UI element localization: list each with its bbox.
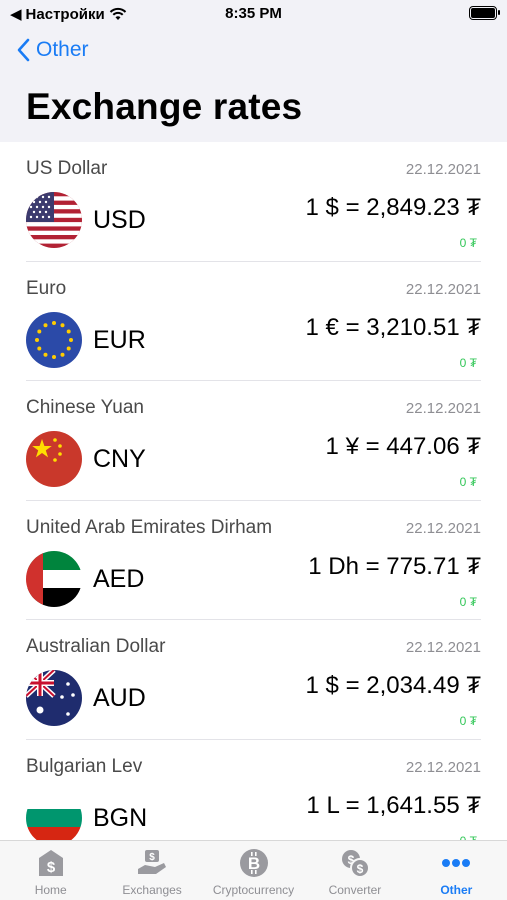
page-title: Exchange rates	[26, 86, 303, 127]
currency-rate: 1 $ = 2,849.23 ₮	[305, 194, 481, 221]
svg-text:B: B	[247, 854, 259, 873]
currency-list[interactable]: US Dollar 22.12.2021 USD 1 $ = 2,849.23 …	[0, 142, 507, 840]
currency-date: 22.12.2021	[405, 758, 481, 776]
svg-text:$: $	[357, 862, 364, 876]
currency-date: 22.12.2021	[405, 519, 481, 537]
currency-date: 22.12.2021	[405, 280, 481, 298]
currency-row-aud[interactable]: Australian Dollar 22.12.2021 AUD 1 $ = 2…	[0, 620, 507, 740]
currency-row-bgn[interactable]: Bulgarian Lev 22.12.2021 BGN 1 L = 1,641…	[0, 740, 507, 840]
currency-code: CNY	[93, 445, 146, 473]
currency-code: AED	[93, 564, 145, 593]
exchange-hand-icon: $	[136, 847, 168, 879]
navigation-bar: Other Exchange rates	[0, 30, 507, 142]
tab-converter[interactable]: $ $ Converter	[304, 841, 405, 900]
back-button[interactable]: Other	[16, 38, 89, 62]
currency-change: 0 ₮	[459, 594, 477, 609]
currency-row-usd[interactable]: US Dollar 22.12.2021 USD 1 $ = 2,849.23 …	[0, 142, 507, 262]
currency-date: 22.12.2021	[405, 639, 481, 656]
status-time: 8:35 PM	[225, 5, 282, 22]
tab-home[interactable]: $ Home	[0, 841, 101, 900]
tab-exchanges[interactable]: $ Exchanges	[101, 841, 202, 900]
tab-label: Other	[440, 883, 473, 897]
tab-label: Exchanges	[122, 883, 182, 897]
eu-flag-icon	[26, 311, 82, 368]
ae-flag-icon	[26, 550, 82, 607]
currency-rate: 1 ¥ = 447.06 ₮	[325, 433, 481, 460]
currency-name: Australian Dollar	[26, 636, 166, 657]
currency-rate: 1 € = 3,210.51 ₮	[305, 313, 481, 341]
currency-name: Chinese Yuan	[26, 397, 144, 418]
cn-flag-icon	[26, 431, 82, 487]
us-flag-icon	[26, 192, 82, 248]
battery-icon	[469, 6, 500, 20]
tab-cryptocurrency[interactable]: B Cryptocurrency	[203, 841, 304, 900]
currency-change: 0 ₮	[459, 475, 477, 489]
bg-flag-icon	[26, 789, 82, 840]
currency-name: Bulgarian Lev	[26, 755, 143, 777]
currency-date: 22.12.2021	[405, 161, 481, 178]
currency-name: United Arab Emirates Dirham	[26, 516, 273, 538]
back-button-label: Other	[36, 38, 89, 61]
more-dots-icon	[440, 847, 472, 879]
currency-name: US Dollar	[26, 158, 108, 179]
currency-row-cny[interactable]: Chinese Yuan 22.12.2021 CNY 1 ¥ = 447.06…	[0, 381, 507, 501]
svg-text:$: $	[47, 859, 56, 876]
chevron-left-icon	[17, 38, 30, 62]
currency-date: 22.12.2021	[405, 400, 481, 417]
currency-rate: 1 $ = 2,034.49 ₮	[305, 672, 481, 699]
currency-code: AUD	[93, 684, 146, 712]
tab-label: Converter	[328, 883, 382, 897]
currency-rate: 1 Dh = 775.71 ₮	[308, 552, 481, 580]
converter-icon: $ $	[339, 847, 371, 879]
svg-text:$: $	[149, 852, 155, 863]
currency-code: EUR	[93, 325, 146, 354]
currency-code: BGN	[93, 803, 148, 832]
currency-code: USD	[93, 206, 146, 234]
currency-change: 0 ₮	[459, 714, 477, 728]
home-dollar-icon: $	[35, 847, 67, 879]
au-flag-icon	[26, 670, 82, 726]
tab-label: Home	[34, 883, 67, 897]
tab-bar: $ Home $ Exchanges B Cryptocurrency $ $ …	[0, 840, 507, 900]
currency-rate: 1 L = 1,641.55 ₮	[306, 791, 481, 819]
currency-row-aed[interactable]: United Arab Emirates Dirham 22.12.2021 A…	[0, 501, 507, 621]
tab-other[interactable]: Other	[406, 841, 507, 900]
bitcoin-icon: B	[238, 847, 270, 879]
currency-change: 0 ₮	[459, 236, 477, 250]
currency-row-eur[interactable]: Euro 22.12.2021 EUR 1 € = 3,210.51 ₮ 0 ₮	[0, 262, 507, 382]
currency-change: 0 ₮	[459, 355, 477, 370]
currency-name: Euro	[26, 277, 67, 299]
tab-label: Cryptocurrency	[212, 883, 295, 897]
status-bar: ◀ Настройки 8:35 PM	[0, 0, 507, 30]
